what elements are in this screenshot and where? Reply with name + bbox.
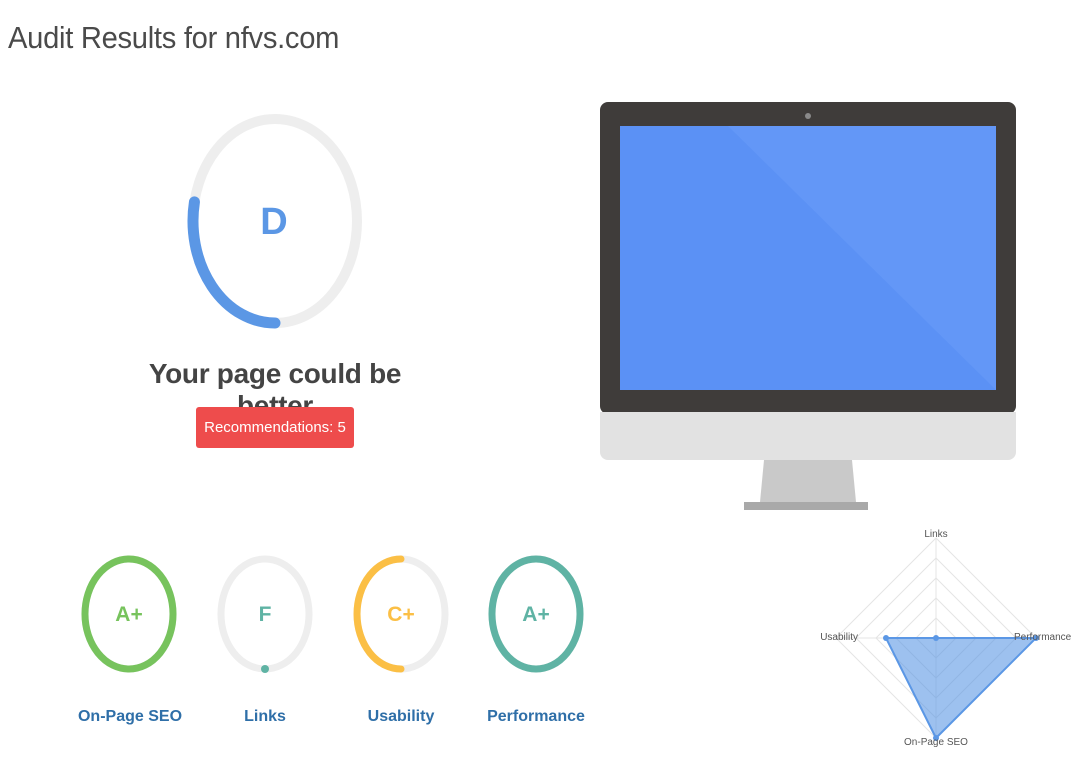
desktop-monitor-illustration — [600, 102, 1016, 510]
category-gauge-performance: A+ — [487, 552, 597, 676]
radar-label-usability: Usability — [820, 632, 858, 643]
category-gauge-onpage-seo: A+ — [80, 552, 190, 676]
category-grade: A+ — [115, 603, 142, 626]
monitor-base — [744, 502, 868, 510]
monitor-chin — [600, 412, 1016, 460]
radar-label-links: Links — [924, 529, 947, 540]
radar-label-onpage-seo: On-Page SEO — [904, 737, 968, 748]
category-grade: C+ — [387, 603, 414, 626]
category-link-performance[interactable]: Performance — [456, 708, 616, 726]
radar-label-performance: Performance — [1014, 632, 1072, 643]
radar-point-usability — [883, 635, 889, 641]
overall-grade-letter: D — [260, 201, 287, 243]
recommendations-button[interactable]: Recommendations: 5 — [196, 407, 354, 448]
gauge-zero-dot — [261, 665, 269, 673]
radar-series-area — [884, 637, 1039, 740]
category-gauge-links: F — [216, 552, 326, 676]
webcam-dot — [805, 113, 811, 119]
category-gauge-usability: C+ — [352, 552, 462, 676]
radar-chart: Links Performance On-Page SEO Usability — [820, 529, 1072, 748]
category-grade: F — [259, 603, 272, 626]
radar-point-links — [933, 635, 939, 641]
category-grade: A+ — [522, 603, 549, 626]
page-title: Audit Results for nfvs.com — [8, 20, 340, 55]
monitor-neck — [760, 460, 856, 502]
overall-grade-gauge: D — [187, 114, 362, 329]
